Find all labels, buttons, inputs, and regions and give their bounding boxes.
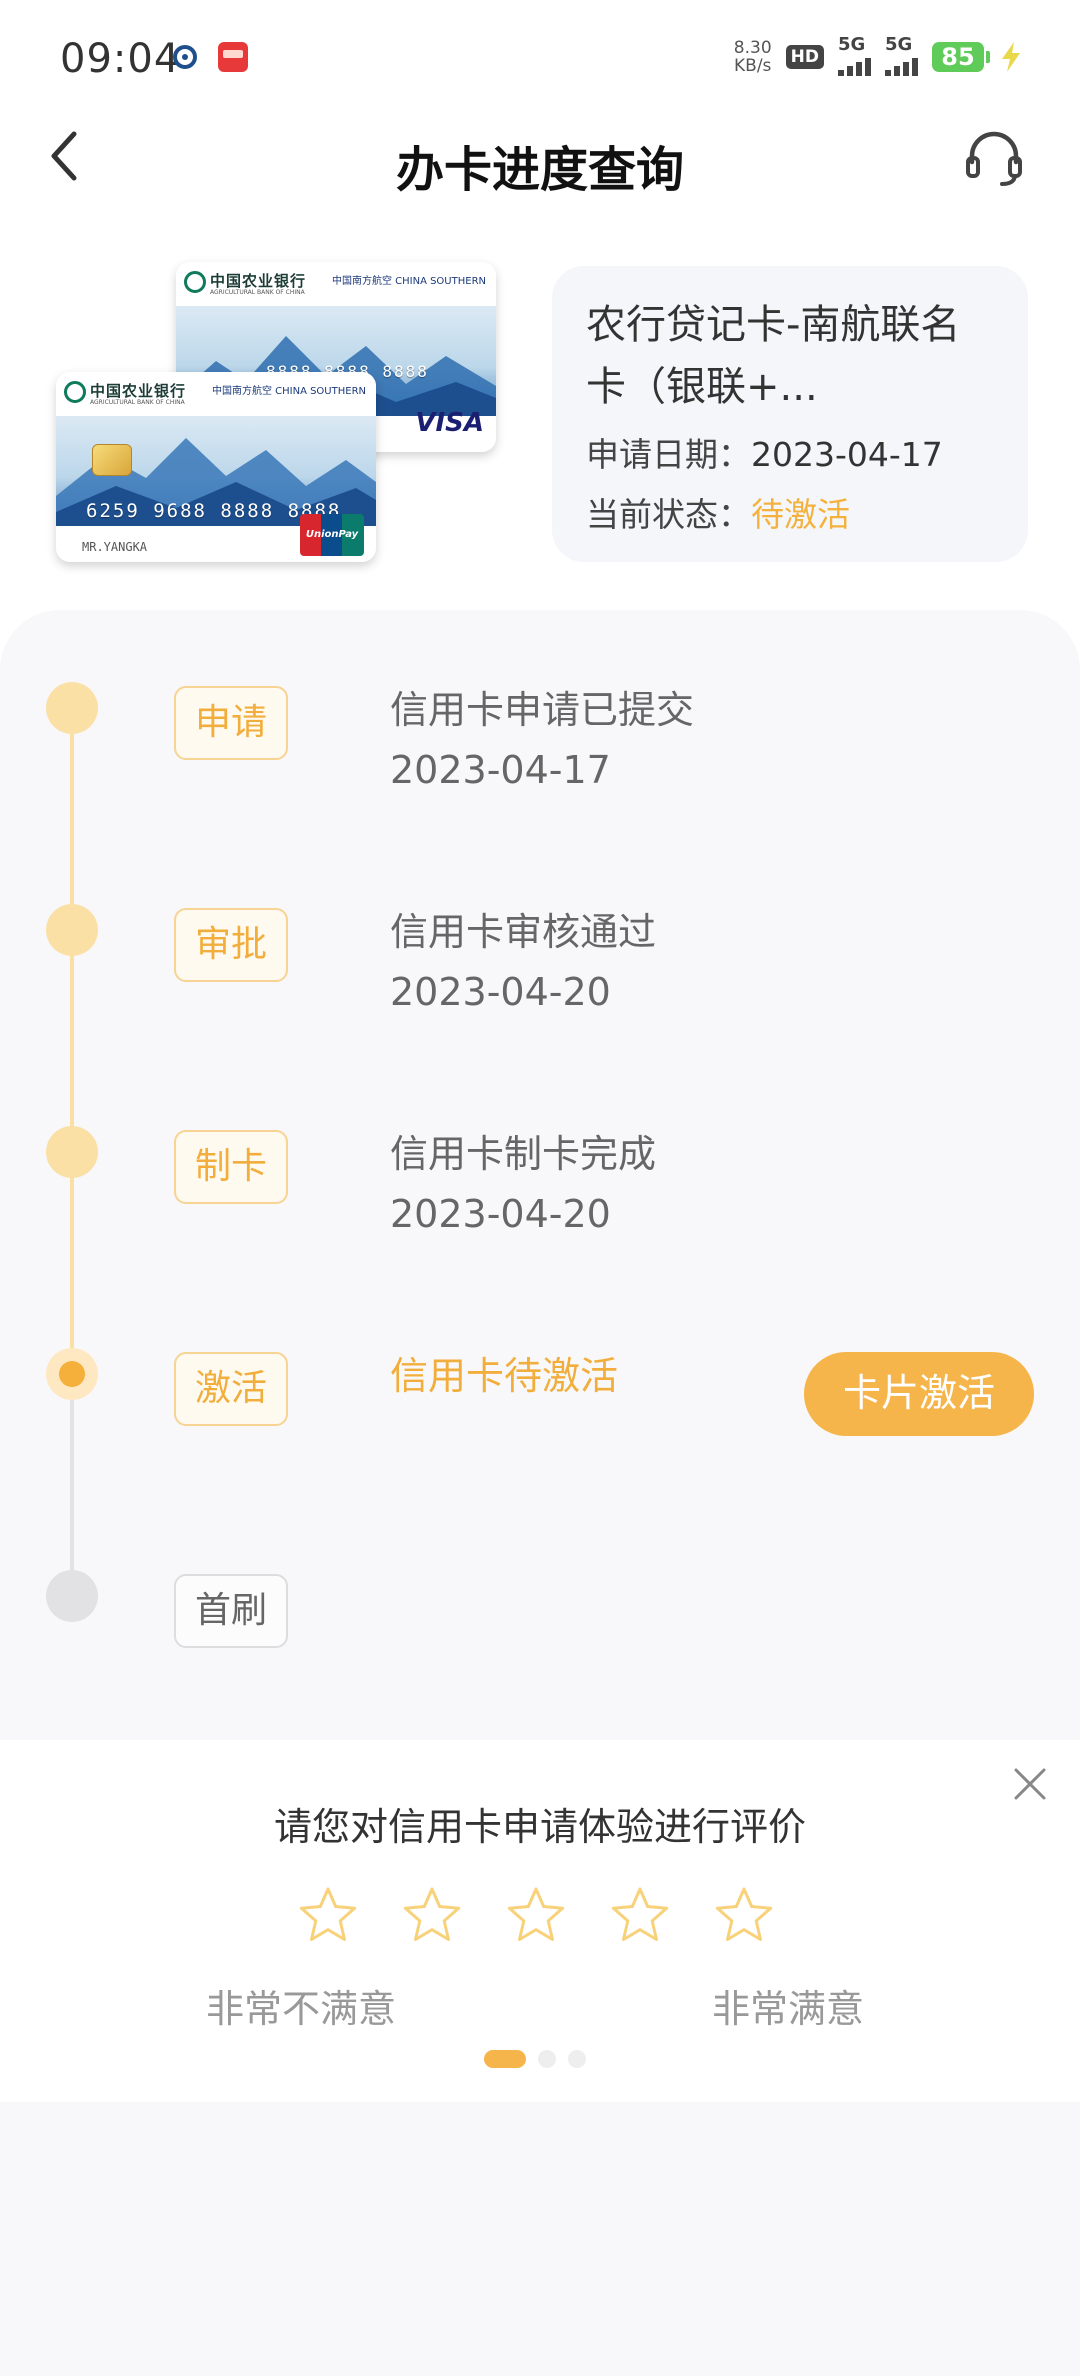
step-date: 2023-04-20 <box>390 970 611 1014</box>
step-make-card: 制卡 信用卡制卡完成 2023-04-20 <box>0 1126 1080 1266</box>
step-title: 信用卡制卡完成 <box>390 1132 657 1176</box>
star-icon-2[interactable] <box>400 1884 464 1948</box>
step-first-swipe: 首刷 <box>0 1570 1080 1710</box>
step-dot <box>46 682 98 734</box>
step-tag: 制卡 <box>174 1130 288 1204</box>
page-dot <box>538 2050 556 2068</box>
visa-logo: VISA <box>415 408 484 438</box>
charging-icon <box>1002 42 1020 72</box>
status-row: 当前状态：待激活 <box>586 495 850 534</box>
page-indicator <box>484 2050 586 2068</box>
status-value: 待激活 <box>751 495 850 534</box>
card-images: 中国农业银行 AGRICULTURAL BANK OF CHINA 中国南方航空… <box>56 262 496 562</box>
star-icon-4[interactable] <box>608 1884 672 1948</box>
step-title: 信用卡待激活 <box>390 1354 619 1398</box>
card-chip <box>92 444 132 476</box>
progress-panel: 申请 信用卡申请已提交 2023-04-17 审批 信用卡审核通过 2023-0… <box>0 610 1080 1740</box>
step-title: 信用卡审核通过 <box>390 910 657 954</box>
step-dot <box>46 1126 98 1178</box>
card-image-front: 中国农业银行 AGRICULTURAL BANK OF CHINA 中国南方航空… <box>56 372 376 562</box>
step-dot-todo <box>46 1570 98 1622</box>
battery-icon: 85 <box>932 42 990 72</box>
signal-icon-sim2: 5G <box>885 34 918 76</box>
abc-logo-icon <box>184 271 206 293</box>
page-title: 办卡进度查询 <box>395 142 684 198</box>
status-indicators: 8.30 KB/s HD 5G 5G 85 <box>733 34 1024 76</box>
abc-logo-icon <box>64 381 86 403</box>
apply-date: 2023-04-17 <box>751 435 943 474</box>
star-icon-5[interactable] <box>712 1884 776 1948</box>
headset-icon[interactable] <box>964 126 1024 190</box>
page-dot-active <box>484 2050 526 2068</box>
rating-section: 请您对信用卡申请体验进行评价 非常不满意 非常满意 <box>0 1742 1080 2102</box>
signal-icon-sim1: 5G <box>838 34 871 76</box>
step-dot-current <box>46 1348 98 1400</box>
step-tag: 申请 <box>174 686 288 760</box>
status-time: 09:04 <box>60 36 181 82</box>
rating-stars <box>296 1884 776 1948</box>
step-tag: 审批 <box>174 908 288 982</box>
star-icon-3[interactable] <box>504 1884 568 1948</box>
bottom-area <box>0 2102 1080 2376</box>
status-bar: 09:04 8.30 KB/s HD 5G 5G 85 <box>0 0 1080 120</box>
star-icon-1[interactable] <box>296 1884 360 1948</box>
step-title: 信用卡申请已提交 <box>390 688 695 732</box>
activate-card-button[interactable]: 卡片激活 <box>804 1352 1034 1436</box>
rating-low-label: 非常不满意 <box>206 1987 397 2031</box>
step-tag: 首刷 <box>174 1574 288 1648</box>
step-tag: 激活 <box>174 1352 288 1426</box>
card-info: 农行贷记卡-南航联名卡（银联+... 申请日期：2023-04-17 当前状态：… <box>552 266 1028 562</box>
step-date: 2023-04-20 <box>390 1192 611 1236</box>
notification-app-icon <box>173 45 197 69</box>
step-date: 2023-04-17 <box>390 748 611 792</box>
step-review: 审批 信用卡审核通过 2023-04-20 <box>0 904 1080 1044</box>
rating-question: 请您对信用卡申请体验进行评价 <box>273 1805 806 1849</box>
hd-voice-badge: HD <box>785 45 824 69</box>
unionpay-logo: UnionPay <box>300 514 364 556</box>
network-speed: 8.30 KB/s <box>733 38 772 76</box>
page-dot <box>568 2050 586 2068</box>
card-name: 农行贷记卡-南航联名卡（银联+... <box>586 302 961 410</box>
step-dot <box>46 904 98 956</box>
nav-bar: 办卡进度查询 <box>0 120 1080 280</box>
rating-high-label: 非常满意 <box>712 1987 865 2031</box>
apply-date-row: 申请日期：2023-04-17 <box>586 435 943 474</box>
notification-app-icon-2 <box>218 42 248 72</box>
step-apply: 申请 信用卡申请已提交 2023-04-17 <box>0 682 1080 822</box>
